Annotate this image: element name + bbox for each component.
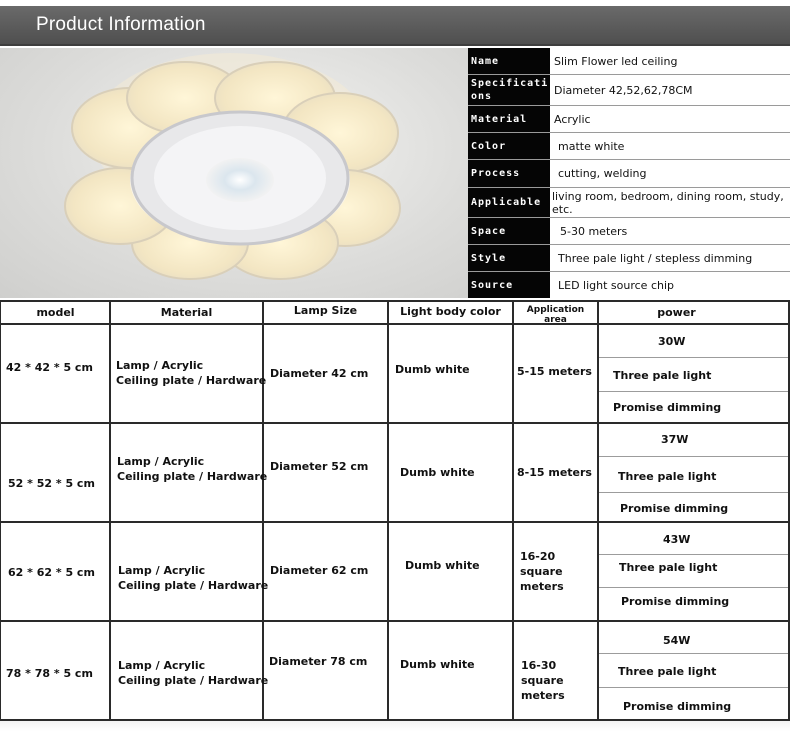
table-cell-power: 54W <box>663 634 691 647</box>
table-cell-material-lamp: Lamp / Acrylic <box>118 564 206 577</box>
bottom-strip <box>0 721 790 731</box>
table-cell-material-plate: Ceiling plate / Hardware <box>118 674 269 687</box>
table-cell-light: Three pale light <box>618 470 717 483</box>
spec-row: Style Three pale light / stepless dimmin… <box>468 245 790 272</box>
spec-value: Three pale light / stepless dimming <box>558 251 753 265</box>
table-cell-area: 16-20 square meters <box>520 550 564 593</box>
spec-key: Color <box>468 133 550 159</box>
spec-key: Material <box>468 106 550 132</box>
table-cell-color: Dumb white <box>405 559 480 572</box>
table-cell-material-plate: Ceiling plate / Hardware <box>118 579 269 592</box>
table-cell-size: Diameter 78 cm <box>269 655 368 668</box>
spec-key: Applicable <box>468 188 550 217</box>
table-cell-material-lamp: Lamp / Acrylic <box>116 359 204 372</box>
table-cell-model: 62 * 62 * 5 cm <box>8 566 95 579</box>
spec-row: Applicable living room, bedroom, dining … <box>468 188 790 218</box>
spec-value: 5-30 meters <box>560 224 628 238</box>
column-header-lamp-size: Lamp Size <box>293 304 358 317</box>
table-cell-size: Diameter 52 cm <box>270 460 369 473</box>
table-cell-light: Three pale light <box>618 665 717 678</box>
table-cell-model: 78 * 78 * 5 cm <box>6 667 93 680</box>
spec-row: Specifications Diameter 42,52,62,78CM <box>468 75 790 106</box>
spec-row: Color matte white <box>468 133 790 160</box>
lamp-core <box>206 158 274 202</box>
spec-row: Process cutting, welding <box>468 160 790 188</box>
spec-key: Space <box>468 218 550 244</box>
table-cell-material-lamp: Lamp / Acrylic <box>117 455 205 468</box>
column-header-model: model <box>36 306 75 319</box>
spec-value: cutting, welding <box>558 167 647 180</box>
spec-key: Name <box>468 48 550 74</box>
table-cell-model: 42 * 42 * 5 cm <box>6 361 93 374</box>
table-cell-power: 37W <box>661 433 689 446</box>
table-cell-dimming: Promise dimming <box>620 502 729 515</box>
product-photo <box>0 48 468 298</box>
spec-key: Specifications <box>468 75 550 105</box>
table-cell-color: Dumb white <box>400 658 475 671</box>
spec-key: Style <box>468 245 550 271</box>
spec-value: matte white <box>558 139 625 153</box>
spec-row: Source LED light source chip <box>468 272 790 298</box>
table-cell-power: 43W <box>663 533 691 546</box>
flower-lamp-image <box>64 53 401 280</box>
table-cell-material-plate: Ceiling plate / Hardware <box>116 374 267 387</box>
header-bar: Product Information <box>0 6 790 46</box>
column-header-application-area: Application area <box>526 305 585 325</box>
table-cell-size: Diameter 42 cm <box>270 367 369 380</box>
table-cell-dimming: Promise dimming <box>613 401 722 414</box>
spec-value: LED light source chip <box>558 278 675 292</box>
table-cell-power: 30W <box>658 335 686 348</box>
spec-row: Space 5-30 meters <box>468 218 790 245</box>
table-cell-color: Dumb white <box>400 466 475 479</box>
table-cell-material-plate: Ceiling plate / Hardware <box>117 470 268 483</box>
spec-key: Source <box>468 272 550 298</box>
column-header-body-color: Light body color <box>400 305 501 318</box>
spec-value: Diameter 42,52,62,78CM <box>554 83 693 97</box>
table-cell-area: 16-30 square meters <box>521 659 565 702</box>
spec-key: Process <box>468 160 550 187</box>
table-cell-area: 8-15 meters <box>517 466 592 479</box>
table-cell-dimming: Promise dimming <box>621 595 730 608</box>
table-cell-model: 52 * 52 * 5 cm <box>8 477 95 490</box>
column-header-power: power <box>657 306 696 319</box>
table-cell-light: Three pale light <box>613 369 712 382</box>
table-cell-light: Three pale light <box>619 561 718 574</box>
page-title: Product Information <box>36 14 206 35</box>
spec-value: Slim Flower led ceiling <box>554 54 678 68</box>
spec-row: Name Slim Flower led ceiling <box>468 48 790 75</box>
table-cell-area: 5-15 meters <box>517 365 592 378</box>
table-cell-color: Dumb white <box>395 363 470 376</box>
spec-value: Acrylic <box>554 112 591 126</box>
table-cell-size: Diameter 62 cm <box>270 564 369 577</box>
spec-row: Material Acrylic <box>468 106 790 133</box>
table-cell-material-lamp: Lamp / Acrylic <box>118 659 206 672</box>
column-header-material: Material <box>160 306 213 319</box>
spec-value: living room, bedroom, dining room, study… <box>552 189 784 216</box>
product-table: model Material Lamp Size Light body colo… <box>0 300 790 721</box>
table-cell-dimming: Promise dimming <box>623 700 732 713</box>
